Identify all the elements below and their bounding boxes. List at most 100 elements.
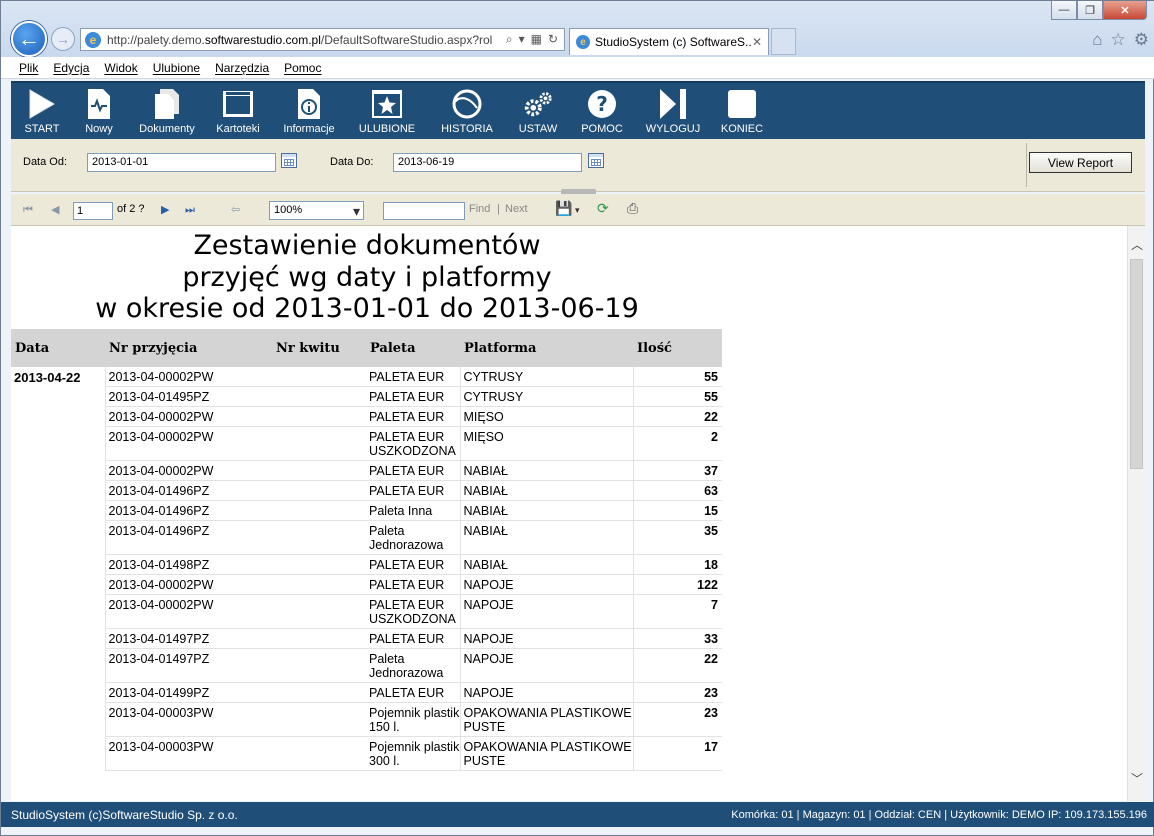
status-footer: StudioSystem (c)SoftwareStudio Sp. z o.o… — [1, 802, 1154, 827]
refresh-report-icon[interactable]: ⟳ — [597, 201, 609, 215]
report-table: Data Nr przyjęcia Nr kwitu Paleta Platfo… — [11, 329, 722, 771]
cell-paleta: Pojemnik plastik 150 l. — [366, 702, 460, 737]
toolbar-ulubione-button[interactable]: ULUBIONE — [347, 83, 427, 135]
cell-paleta: Paleta Jednorazowa — [366, 648, 460, 683]
next-page-icon[interactable]: ▶ — [161, 204, 173, 216]
cell-ilosc: 15 — [632, 500, 722, 521]
cell-nr-przyjecia: 2013-04-00002PW — [105, 594, 272, 629]
logout-icon — [657, 87, 689, 121]
cell-ilosc: 17 — [632, 736, 722, 771]
browser-tab[interactable]: e StudioSystem (c) SoftwareS... ✕ — [569, 28, 769, 55]
cell-nr-kwitu — [272, 594, 366, 629]
vertical-scrollbar[interactable]: ︿ ﹀ — [1127, 226, 1145, 801]
cell-paleta: PALETA EUR — [366, 574, 460, 595]
date-to-input[interactable]: 2013-06-19 — [393, 153, 582, 172]
cell-nr-przyjecia: 2013-04-01499PZ — [105, 682, 272, 703]
star-icon — [371, 87, 403, 121]
table-row: 2013-04-00002PW PALETA EUR MIĘSO 22 — [11, 406, 722, 427]
play-icon — [26, 87, 58, 121]
toolbar-ustaw-button[interactable]: USTAW — [507, 83, 569, 135]
menu-pomoc[interactable]: Pomoc — [284, 61, 321, 75]
cell-platforma: MIĘSO — [459, 406, 633, 427]
home-icon[interactable]: ⌂ — [1092, 30, 1102, 50]
close-window-button[interactable]: ✕ — [1103, 1, 1147, 20]
back-button[interactable]: ← — [11, 21, 47, 57]
new-tab-button[interactable] — [771, 28, 796, 55]
search-icon[interactable]: ⌕ — [506, 32, 513, 47]
refresh-icon[interactable]: ↻ — [548, 32, 558, 47]
find-input[interactable] — [383, 202, 465, 220]
ie-icon: e — [85, 31, 101, 48]
next-link[interactable]: Next — [505, 203, 528, 215]
window-icon — [222, 87, 254, 121]
scroll-down-icon[interactable]: ﹀ — [1130, 770, 1144, 787]
scroll-thumb[interactable] — [1130, 259, 1143, 469]
cell-ilosc: 33 — [632, 628, 722, 649]
export-dropdown-icon[interactable]: ▾ — [575, 204, 587, 216]
cell-platforma: CYTRUSY — [459, 386, 633, 407]
dropdown-icon[interactable]: ▾ — [519, 32, 525, 47]
tab-close-icon[interactable]: ✕ — [752, 35, 768, 49]
tools-gear-icon[interactable]: ⚙ — [1134, 30, 1149, 50]
cell-nr-kwitu — [272, 554, 366, 575]
cell-nr-przyjecia: 2013-04-00002PW — [105, 460, 272, 481]
toolbar-kartoteki-button[interactable]: Kartoteki — [205, 83, 271, 135]
toolbar-start-button[interactable]: START — [15, 83, 69, 135]
last-page-icon[interactable]: ⏭ — [185, 204, 197, 216]
restore-button[interactable]: ❐ — [1077, 1, 1103, 20]
cell-nr-kwitu — [272, 648, 366, 683]
menu-plik[interactable]: Plik — [19, 61, 38, 75]
footer-session-info: Komórka: 01 | Magazyn: 01 | Oddział: CEN… — [731, 808, 1147, 821]
table-row: 2013-04-01495PZ PALETA EUR CYTRUSY 55 — [11, 386, 722, 407]
toolbar-dokumenty-button[interactable]: Dokumenty — [129, 83, 205, 135]
report-parameters: Data Od: 2013-01-01 Data Do: 2013-06-19 … — [11, 139, 1145, 196]
browser-chrome: — ❐ ✕ ← → e http://palety.demo.softwares… — [1, 1, 1154, 57]
menu-widok[interactable]: Widok — [104, 61, 137, 75]
cell-nr-przyjecia: 2013-04-00003PW — [105, 736, 272, 771]
toolbar-historia-button[interactable]: HISTORIA — [427, 83, 507, 135]
cell-ilosc: 23 — [632, 702, 722, 737]
date-from-calendar-icon[interactable] — [281, 153, 297, 168]
toolbar-informacje-button[interactable]: Informacje — [271, 83, 347, 135]
menu-ulubione[interactable]: Ulubione — [153, 61, 200, 75]
cell-ilosc: 23 — [632, 682, 722, 703]
favorites-star-icon[interactable]: ☆ — [1111, 30, 1126, 50]
col-nr-przyjecia: Nr przyjęcia — [105, 329, 272, 367]
cell-platforma: NAPOJE — [459, 682, 633, 703]
zoom-select[interactable]: 100% — [269, 201, 364, 220]
back-to-parent-icon[interactable]: ⇦ — [231, 204, 243, 216]
table-row: 2013-04-01496PZ PALETA EUR NABIAŁ 63 — [11, 480, 722, 501]
menu-bar: Plik Edycja Widok Ulubione Narzędzia Pom… — [1, 57, 1154, 79]
cell-paleta: Pojemnik plastik 300 l. — [366, 736, 460, 771]
forward-button[interactable]: → — [51, 27, 75, 51]
table-row: 2013-04-00002PW PALETA EUR NABIAŁ 37 — [11, 460, 722, 481]
svg-text:?: ? — [596, 92, 608, 116]
col-nr-kwitu: Nr kwitu — [272, 329, 366, 367]
table-row: 2013-04-00003PW Pojemnik plastik 150 l. OP… — [11, 702, 722, 737]
prev-page-icon[interactable]: ◀ — [51, 204, 63, 216]
date-to-calendar-icon[interactable] — [588, 153, 604, 168]
scroll-up-icon[interactable]: ︿ — [1130, 236, 1144, 253]
minimize-button[interactable]: — — [1051, 1, 1077, 20]
menu-edycja[interactable]: Edycja — [53, 61, 89, 75]
find-link[interactable]: Find — [469, 203, 490, 215]
compatibility-icon[interactable]: ▦ — [531, 32, 542, 47]
cell-paleta: PALETA EUR USZKODZONA — [366, 594, 460, 629]
table-row: 2013-04-22 2013-04-00002PW PALETA EUR CYTRU… — [11, 367, 722, 771]
address-bar[interactable]: e http://palety.demo.softwarestudio.com.… — [80, 28, 565, 51]
page-number-input[interactable]: 1 — [73, 202, 113, 220]
toolbar-pomoc-button[interactable]: ? POMOC — [569, 83, 635, 135]
view-report-button[interactable]: View Report — [1029, 152, 1132, 173]
first-page-icon[interactable]: ⏮ — [23, 204, 35, 216]
cell-platforma: NABIAŁ — [459, 520, 633, 555]
toolbar-nowy-button[interactable]: Nowy — [69, 83, 129, 135]
table-row: 2013-04-01497PZ PALETA EUR NAPOJE 33 — [11, 628, 722, 649]
cell-nr-kwitu — [272, 736, 366, 771]
toolbar-koniec-button[interactable]: KONIEC — [711, 83, 773, 135]
print-icon[interactable]: ⎙ — [627, 201, 639, 215]
report-body: Zestawienie dokumentów przyjęć wg daty i… — [11, 226, 1145, 801]
date-from-input[interactable]: 2013-01-01 — [87, 153, 276, 172]
menu-narzedzia[interactable]: Narzędzia — [215, 61, 269, 75]
toolbar-wyloguj-button[interactable]: WYLOGUJ — [635, 83, 711, 135]
export-icon[interactable]: 💾 — [555, 201, 572, 215]
